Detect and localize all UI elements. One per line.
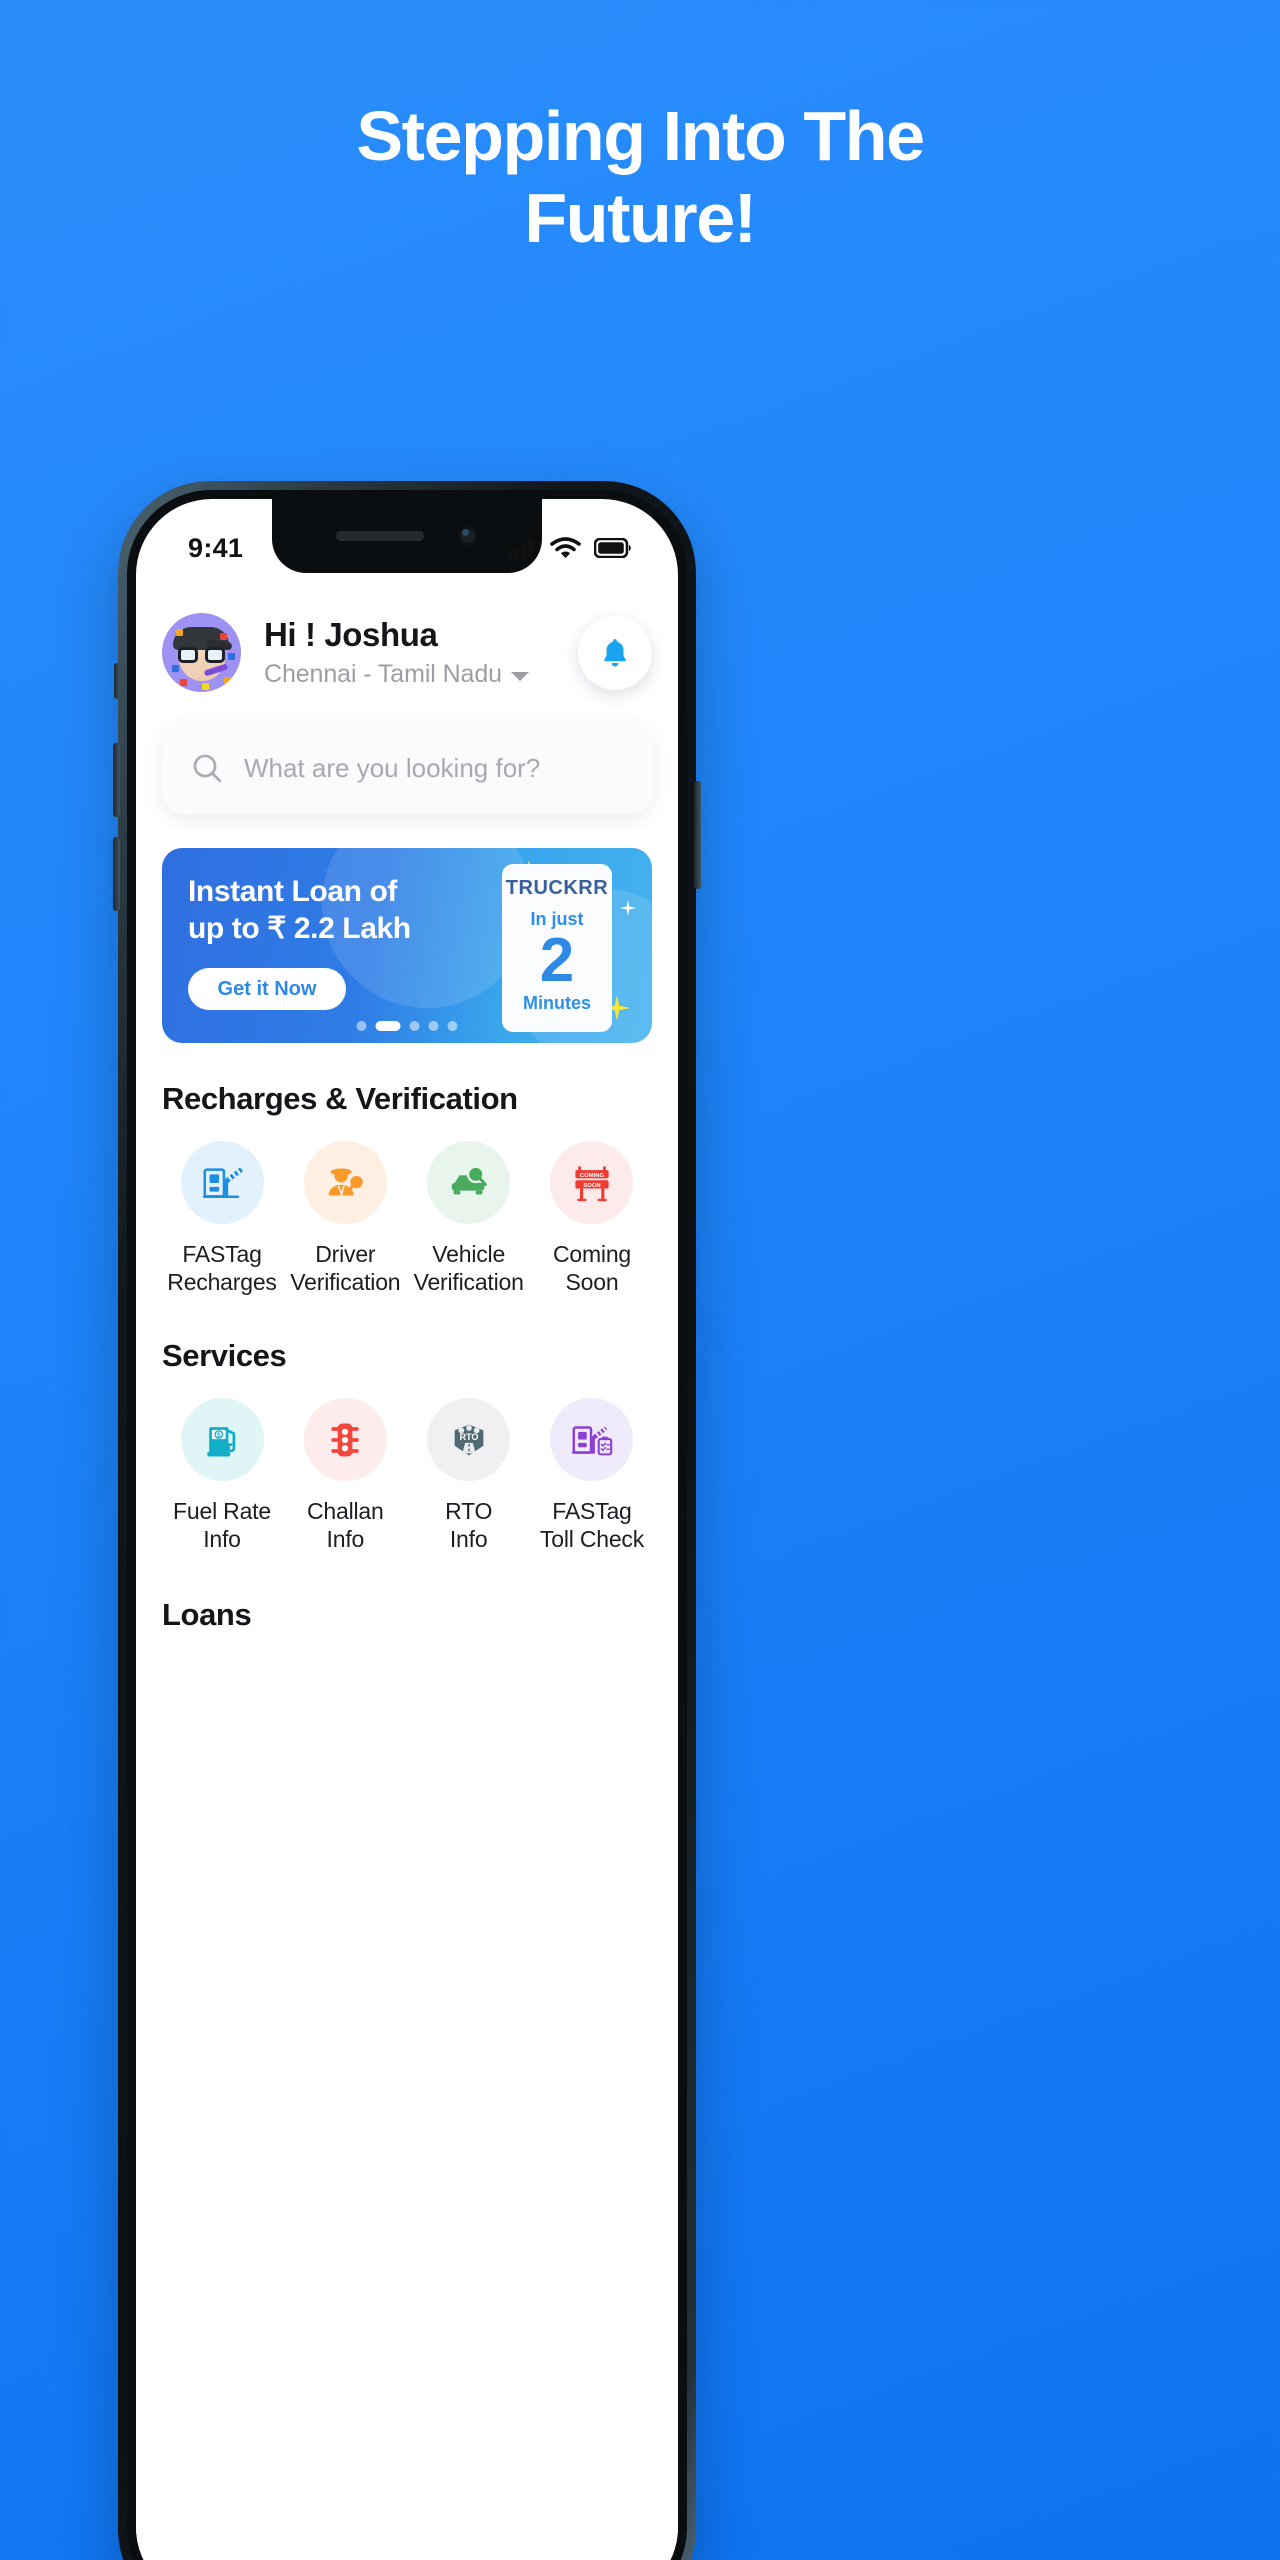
tile-icon-wrap bbox=[303, 1398, 387, 1482]
search-bar[interactable] bbox=[162, 722, 652, 814]
carousel-dot[interactable] bbox=[356, 1021, 367, 1031]
tile-fuel-rate-info[interactable]: $ Fuel Rate Info bbox=[162, 1398, 282, 1553]
avatar-confetti bbox=[220, 633, 227, 640]
power-button[interactable] bbox=[694, 781, 701, 889]
avatar-confetti bbox=[202, 683, 209, 690]
tile-label: Vehicle Verification bbox=[413, 1241, 524, 1296]
phone-bezel: 9:41 Hi ! Joshua Chennai - Tamil Nadu Wh… bbox=[127, 490, 687, 2560]
tile-icon-wrap bbox=[303, 1141, 387, 1224]
section-title: Services bbox=[162, 1338, 287, 1374]
carousel-dot-active[interactable] bbox=[375, 1021, 401, 1031]
search-icon bbox=[193, 754, 222, 783]
car-search-icon bbox=[451, 1165, 487, 1194]
tile-icon-wrap bbox=[180, 1141, 264, 1224]
battery-icon bbox=[594, 538, 631, 558]
phone-mockup: 9:41 Hi ! Joshua Chennai - Tamil Nadu Wh… bbox=[113, 481, 701, 2560]
toll-booth-icon bbox=[202, 1167, 243, 1198]
sparkle-icon bbox=[620, 900, 636, 916]
avatar-confetti bbox=[180, 679, 187, 686]
tile-driver-verification[interactable]: Driver Verification bbox=[285, 1141, 405, 1296]
tile-fastag-recharges[interactable]: FASTag Recharges bbox=[162, 1141, 282, 1296]
minutes-number: 2 bbox=[539, 926, 575, 995]
get-it-now-button[interactable]: Get it Now bbox=[188, 968, 346, 1011]
tile-grid: FASTag Recharges Driver Verification Veh… bbox=[162, 1141, 652, 1296]
banner-copy: Instant Loan of up to ₹ 2.2 Lakh Get it … bbox=[188, 874, 488, 1011]
avatar[interactable] bbox=[162, 613, 241, 692]
tile-fastag-toll-check[interactable]: FASTag Toll Check bbox=[532, 1398, 652, 1553]
sign-soon-text: SOON bbox=[583, 1183, 600, 1189]
avatar-confetti bbox=[176, 629, 183, 636]
section-title: Recharges & Verification bbox=[162, 1081, 518, 1116]
status-bar: 9:41 bbox=[136, 499, 678, 583]
avatar-glasses bbox=[178, 647, 225, 663]
tile-label: Challan Info bbox=[307, 1498, 384, 1553]
carousel-dots[interactable] bbox=[356, 1021, 458, 1031]
location-text: Chennai - Tamil Nadu bbox=[264, 660, 502, 688]
section-recharges-verification: Recharges & Verification FASTag Recharge… bbox=[162, 1081, 652, 1296]
tile-coming-soon[interactable]: COMING SOON Coming Soon bbox=[532, 1141, 652, 1296]
minutes-label: Minutes bbox=[522, 993, 591, 1014]
avatar-confetti bbox=[172, 665, 179, 672]
coming-soon-sign-icon: COMING SOON bbox=[575, 1165, 609, 1201]
carousel-dot[interactable] bbox=[447, 1021, 458, 1031]
status-icon-group bbox=[507, 537, 632, 559]
tile-label: FASTag Recharges bbox=[167, 1241, 277, 1296]
wifi-icon bbox=[550, 537, 581, 558]
avatar-confetti bbox=[224, 677, 231, 684]
svg-text:$: $ bbox=[217, 1431, 221, 1438]
carousel-dot[interactable] bbox=[428, 1021, 439, 1031]
banner-title-line-1: Instant Loan of bbox=[188, 875, 397, 908]
phone-screen: 9:41 Hi ! Joshua Chennai - Tamil Nadu Wh… bbox=[136, 499, 678, 2560]
app-content: Hi ! Joshua Chennai - Tamil Nadu What ar… bbox=[136, 583, 678, 2560]
truckrr-brand: TRUCKRR bbox=[505, 877, 609, 899]
promo-banner-carousel[interactable]: Instant Loan of up to ₹ 2.2 Lakh Get it … bbox=[162, 848, 652, 1043]
tile-label: FASTag Toll Check bbox=[539, 1498, 645, 1553]
volume-down-button[interactable] bbox=[113, 837, 120, 911]
tile-label: Fuel Rate Info bbox=[173, 1498, 271, 1553]
headline-line-1: Stepping Into The bbox=[356, 97, 925, 175]
driver-search-icon bbox=[329, 1168, 365, 1196]
tile-vehicle-verification[interactable]: Vehicle Verification bbox=[409, 1141, 529, 1296]
mute-switch[interactable] bbox=[114, 663, 120, 699]
truckrr-badge-card: TRUCKRR In just 2 Minutes bbox=[502, 864, 612, 1032]
tile-grid: $ Fuel Rate Info Challan Info RTO RTO In… bbox=[162, 1398, 652, 1553]
location-selector[interactable]: Chennai - Tamil Nadu bbox=[264, 660, 578, 689]
toll-clipboard-icon bbox=[571, 1425, 613, 1456]
section-services: Services $ Fuel Rate Info Challan Info R… bbox=[162, 1338, 652, 1553]
signal-bars-icon bbox=[507, 538, 533, 559]
volume-up-button[interactable] bbox=[113, 743, 120, 817]
banner-title-line-2: up to ₹ 2.2 Lakh bbox=[188, 911, 411, 945]
tile-icon-wrap bbox=[427, 1141, 511, 1224]
section-loans: Loans bbox=[162, 1597, 652, 1633]
bell-icon bbox=[604, 638, 626, 666]
rto-badge-icon: RTO bbox=[454, 1424, 484, 1455]
status-time: 9:41 bbox=[188, 532, 244, 563]
tile-challan-info[interactable]: Challan Info bbox=[285, 1398, 405, 1553]
chevron-down-icon bbox=[510, 672, 529, 681]
tile-rto-info[interactable]: RTO RTO Info bbox=[409, 1398, 529, 1553]
headline-line-2: Future! bbox=[524, 178, 757, 257]
traffic-light-icon bbox=[331, 1423, 360, 1457]
tile-label: Coming Soon bbox=[552, 1241, 632, 1296]
avatar-confetti bbox=[228, 653, 235, 660]
page-title: Stepping Into The Future! bbox=[0, 96, 1280, 260]
search-input[interactable] bbox=[244, 752, 624, 784]
tile-icon-wrap: RTO bbox=[427, 1398, 511, 1482]
tile-label: Driver Verification bbox=[290, 1241, 401, 1296]
fuel-pump-icon: $ bbox=[207, 1426, 236, 1457]
tile-icon-wrap: COMING SOON bbox=[550, 1141, 634, 1224]
section-title: Loans bbox=[162, 1597, 252, 1633]
profile-header: Hi ! Joshua Chennai - Tamil Nadu bbox=[162, 613, 652, 692]
tile-icon-wrap bbox=[550, 1398, 634, 1482]
greeting-text: Hi ! Joshua bbox=[264, 616, 438, 653]
carousel-dot[interactable] bbox=[409, 1021, 420, 1031]
notification-button[interactable] bbox=[578, 615, 652, 690]
rto-badge-text: RTO bbox=[459, 1432, 478, 1442]
greeting-block: Hi ! Joshua Chennai - Tamil Nadu bbox=[264, 616, 578, 689]
tile-icon-wrap: $ bbox=[180, 1398, 264, 1482]
sign-coming-text: COMING bbox=[580, 1172, 605, 1178]
tile-label: RTO Info bbox=[445, 1498, 493, 1553]
